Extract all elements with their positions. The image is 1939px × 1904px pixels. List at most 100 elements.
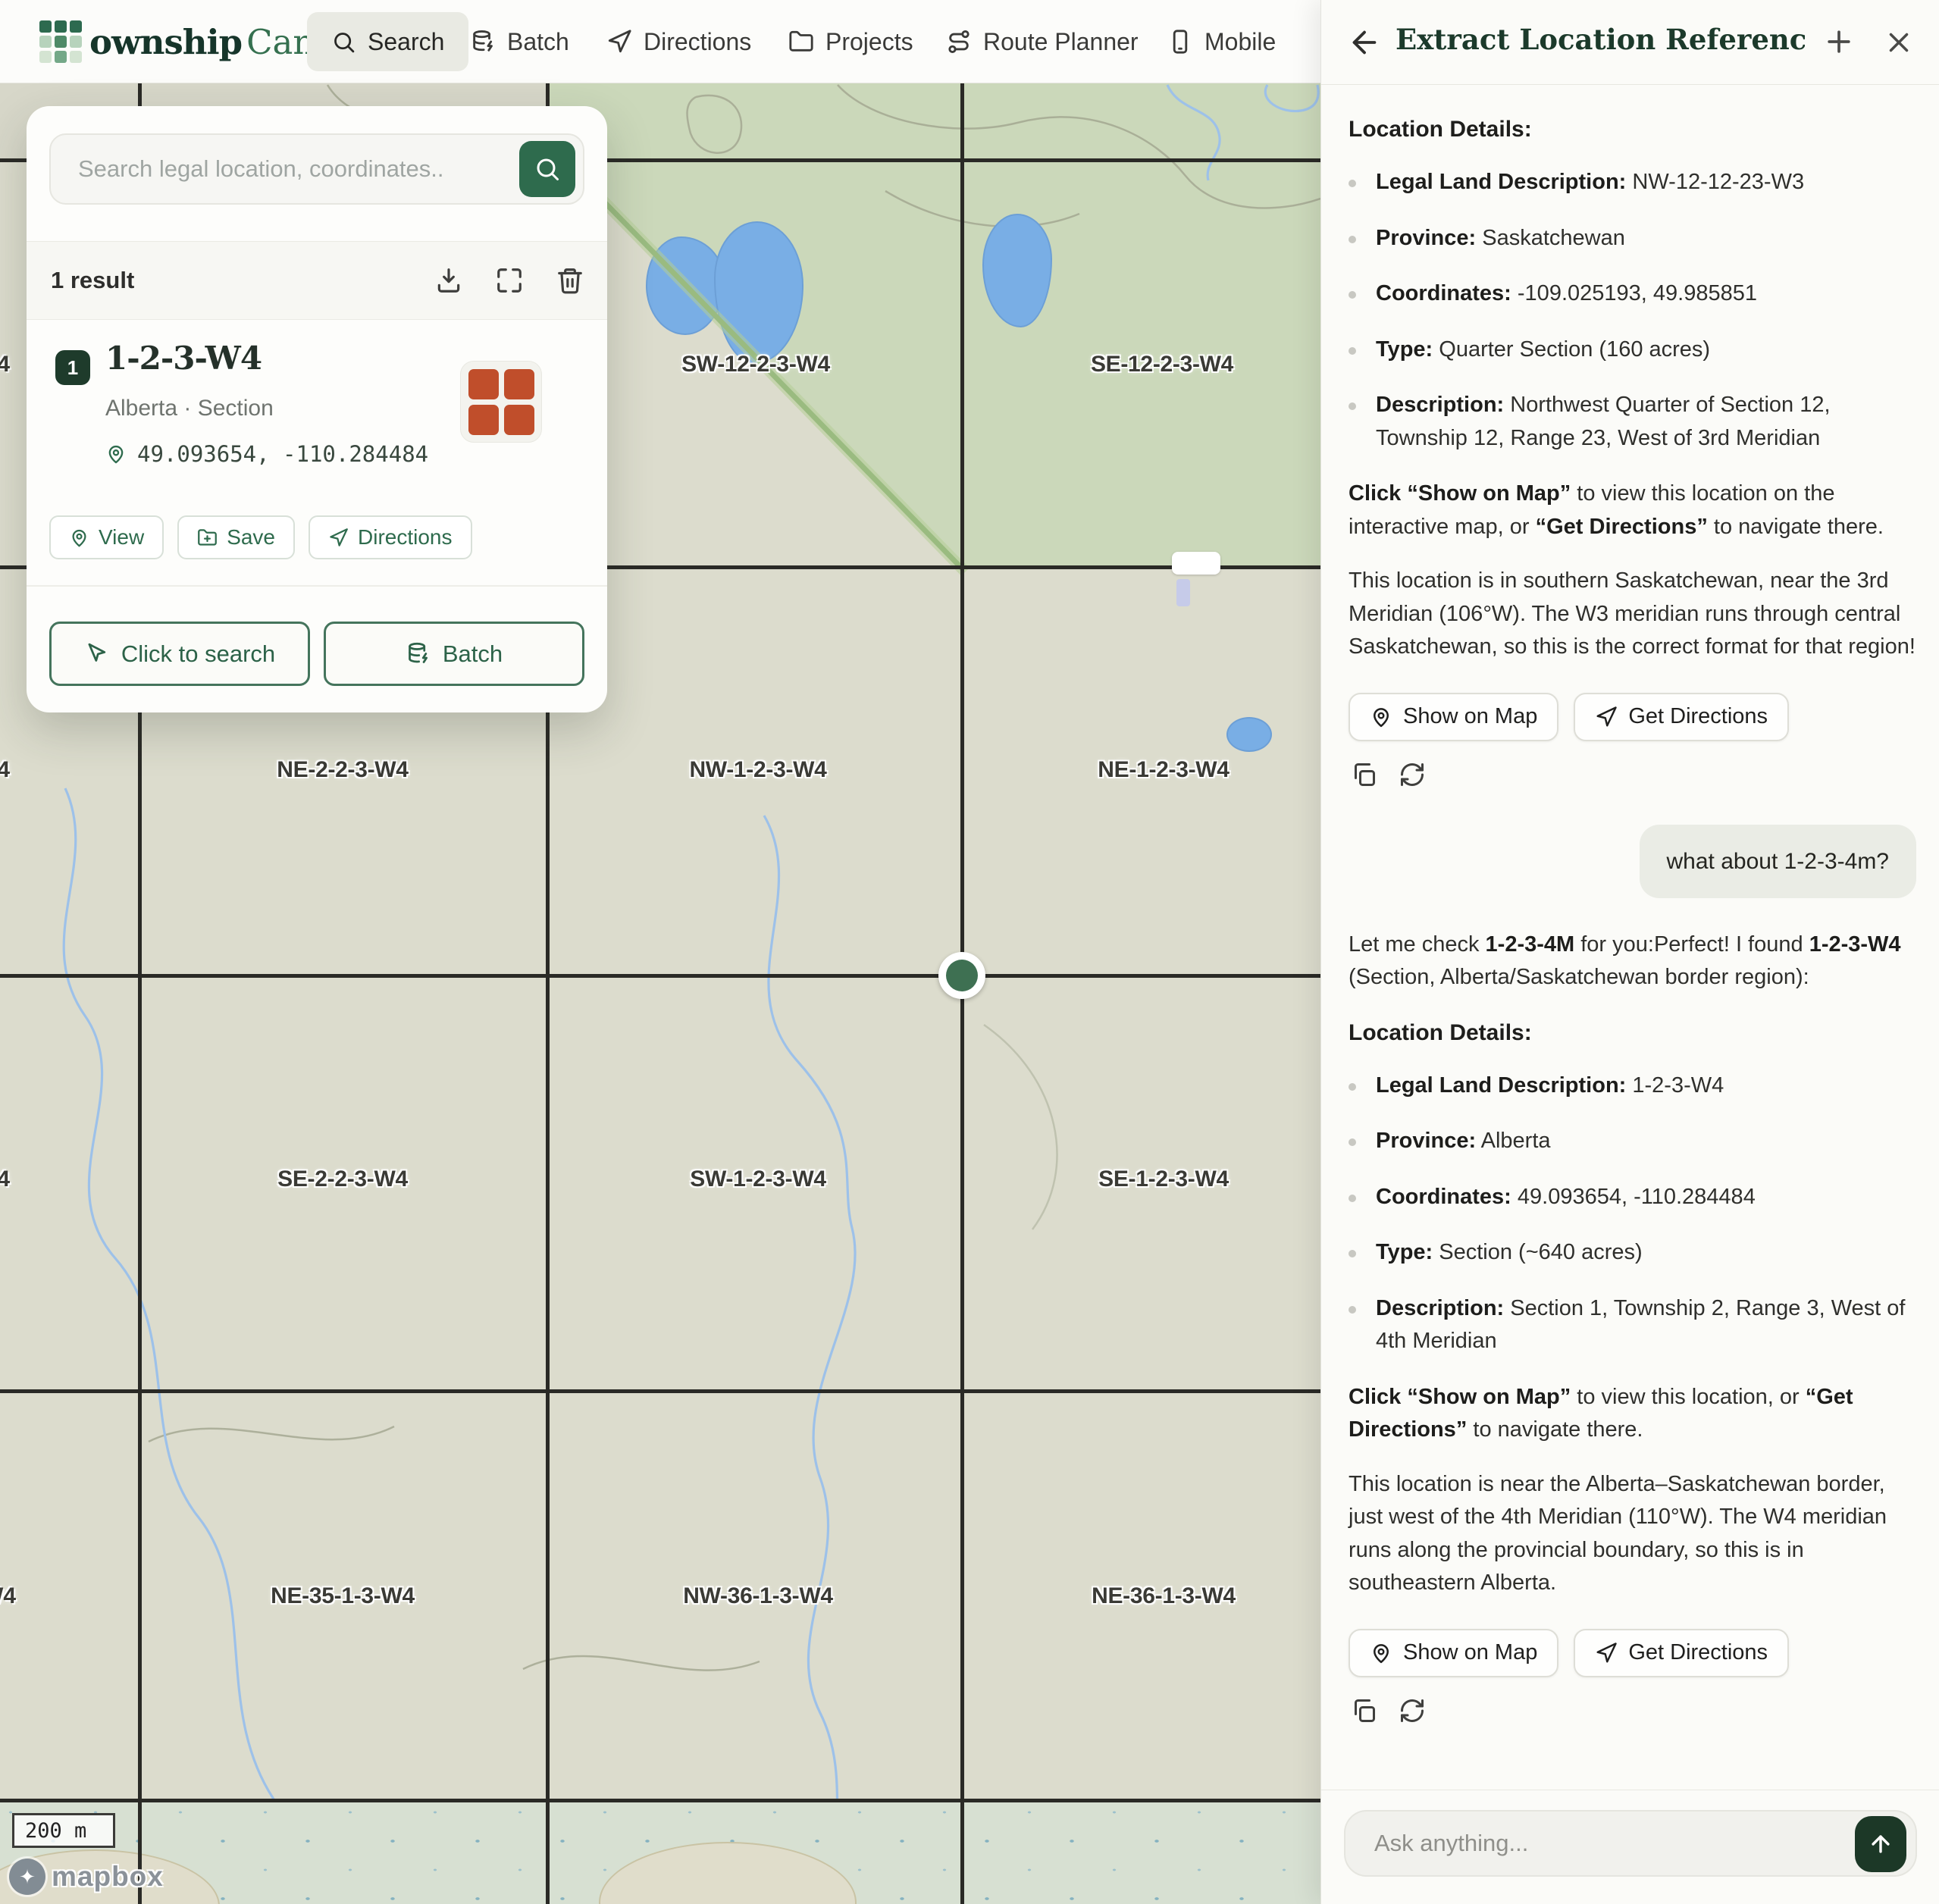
folder-icon: [788, 29, 814, 55]
quarter-sections-icon: [468, 369, 534, 435]
results-header: 1 result: [27, 241, 607, 320]
location-details-heading: Location Details:: [1349, 112, 1916, 146]
refresh-icon[interactable]: [1399, 761, 1426, 788]
section-label: SW-1-2-3-W4: [690, 1167, 825, 1192]
result-subtitle: Alberta · Section: [105, 396, 274, 421]
batch-button[interactable]: Batch: [324, 622, 584, 686]
result-title[interactable]: 1-2-3-W4: [105, 340, 262, 377]
database-icon: [470, 29, 496, 55]
section-label-cut: W4: [0, 352, 10, 377]
copy-icon[interactable]: [1350, 1697, 1377, 1724]
view-label: View: [99, 525, 144, 550]
nav-item-mobile[interactable]: Mobile: [1167, 0, 1276, 83]
click-to-search-label: Click to search: [121, 640, 275, 668]
nav-item-batch[interactable]: Batch: [470, 0, 569, 83]
show-on-map-button[interactable]: Show on Map: [1349, 1629, 1558, 1677]
get-directions-button[interactable]: Get Directions: [1574, 693, 1789, 741]
assistant-paragraph: Let me check 1-2-3-4M for you:Perfect! I…: [1349, 929, 1916, 994]
nav-label: Batch: [507, 28, 569, 56]
save-label: Save: [227, 525, 275, 550]
send-button[interactable]: [1855, 1816, 1906, 1872]
search-icon: [534, 155, 561, 183]
copy-icon[interactable]: [1350, 761, 1377, 788]
search-panel: 1 result 1 1-2-3-W4 Alberta · Section 49…: [27, 106, 607, 712]
composer: [1321, 1790, 1939, 1904]
list-item: Description: Northwest Quarter of Sectio…: [1349, 389, 1916, 455]
section-label: NE-1-2-3-W4: [1098, 757, 1229, 783]
section-label: SE-12-2-3-W4: [1091, 352, 1233, 377]
back-icon[interactable]: [1347, 25, 1382, 60]
section-label: NE-36-1-3-W4: [1092, 1583, 1236, 1609]
navigation-icon: [606, 29, 632, 55]
grid-line: [0, 1799, 1320, 1802]
conversation-scroll-area[interactable]: Location Details: Legal Land Description…: [1321, 85, 1939, 1790]
assistant-header: Extract Location References from ...: [1321, 0, 1939, 85]
refresh-icon[interactable]: [1399, 1697, 1426, 1724]
new-chat-icon[interactable]: [1822, 25, 1856, 58]
pin-icon: [1370, 706, 1392, 728]
assistant-paragraph: Click “Show on Map” to view this locatio…: [1349, 478, 1916, 543]
conversation-title: Extract Location References from ...: [1396, 23, 1805, 56]
nav-label: Search: [368, 28, 444, 56]
list-item: Legal Land Description: 1-2-3-W4: [1349, 1069, 1916, 1103]
cursor-icon: [84, 641, 109, 666]
map-scale-bar: 200 m: [12, 1813, 115, 1848]
nav-item-route-planner[interactable]: Route Planner: [946, 0, 1139, 83]
show-on-map-label: Show on Map: [1403, 700, 1537, 734]
list-item: Coordinates: -109.025193, 49.985851: [1349, 277, 1916, 311]
list-item: Type: Section (~640 acres): [1349, 1236, 1916, 1270]
assistant-paragraph: This location is near the Alberta–Saskat…: [1349, 1468, 1916, 1600]
list-item: Type: Quarter Section (160 acres): [1349, 334, 1916, 367]
expand-icon[interactable]: [495, 266, 524, 295]
search-input[interactable]: [78, 135, 503, 203]
composer-input-wrap: [1344, 1810, 1917, 1877]
save-button[interactable]: Save: [177, 515, 295, 559]
pin-icon: [69, 528, 89, 548]
trash-icon[interactable]: [556, 266, 584, 295]
assistant-paragraph: This location is in southern Saskatchewa…: [1349, 565, 1916, 664]
list-item: Province: Alberta: [1349, 1125, 1916, 1158]
nav-item-projects[interactable]: Projects: [788, 0, 913, 83]
section-label: NE-35-1-3-W4: [271, 1583, 415, 1609]
phone-icon: [1167, 29, 1193, 55]
mapbox-attribution[interactable]: ✦ mapbox: [9, 1859, 164, 1895]
section-label-cut: W4: [0, 1583, 16, 1609]
list-item: Description: Section 1, Township 2, Rang…: [1349, 1292, 1916, 1358]
download-icon[interactable]: [434, 266, 463, 295]
result-coordinates: 49.093654, -110.284484: [105, 441, 428, 467]
database-icon: [406, 641, 431, 666]
section-label-cut: W4: [0, 757, 10, 783]
list-item: Coordinates: 49.093654, -110.284484: [1349, 1181, 1916, 1214]
section-label: NE-2-2-3-W4: [277, 757, 408, 783]
location-details-heading: Location Details:: [1349, 1016, 1916, 1050]
search-submit-button[interactable]: [519, 141, 575, 197]
user-message-bubble: what about 1-2-3-4m?: [1640, 825, 1917, 898]
get-directions-button[interactable]: Get Directions: [1574, 1629, 1789, 1677]
composer-input[interactable]: [1374, 1812, 1799, 1875]
close-icon[interactable]: [1883, 27, 1915, 58]
section-label: NW-1-2-3-W4: [689, 757, 826, 783]
search-input-wrap: [49, 133, 584, 205]
nav-label: Projects: [825, 28, 913, 56]
view-button[interactable]: View: [49, 515, 164, 559]
township-canada-app: SW-12-2-3-W4 SE-12-2-3-W4 NE-2-2-3-W4 NW…: [0, 0, 1939, 1904]
grid-line: [0, 1389, 1320, 1393]
brand-name: ownship: [89, 22, 242, 62]
divider: [27, 585, 607, 587]
section-label-cut: W4: [0, 1167, 10, 1192]
directions-button[interactable]: Directions: [309, 515, 471, 559]
nav-label: Directions: [644, 28, 751, 56]
nav-item-search[interactable]: Search: [307, 12, 468, 71]
click-to-search-button[interactable]: Click to search: [49, 622, 310, 686]
show-on-map-button[interactable]: Show on Map: [1349, 693, 1558, 741]
nav-label: Route Planner: [983, 28, 1139, 56]
result-thumbnail[interactable]: [460, 361, 542, 443]
nav-label: Mobile: [1204, 28, 1276, 56]
get-directions-label: Get Directions: [1628, 700, 1768, 734]
result-index-badge: 1: [55, 350, 90, 385]
nav-item-directions[interactable]: Directions: [606, 0, 751, 83]
results-count: 1 result: [51, 267, 134, 294]
pin-icon: [1370, 1642, 1392, 1664]
result-map-marker[interactable]: [938, 952, 985, 999]
mapbox-logo-icon: ✦: [9, 1859, 45, 1895]
